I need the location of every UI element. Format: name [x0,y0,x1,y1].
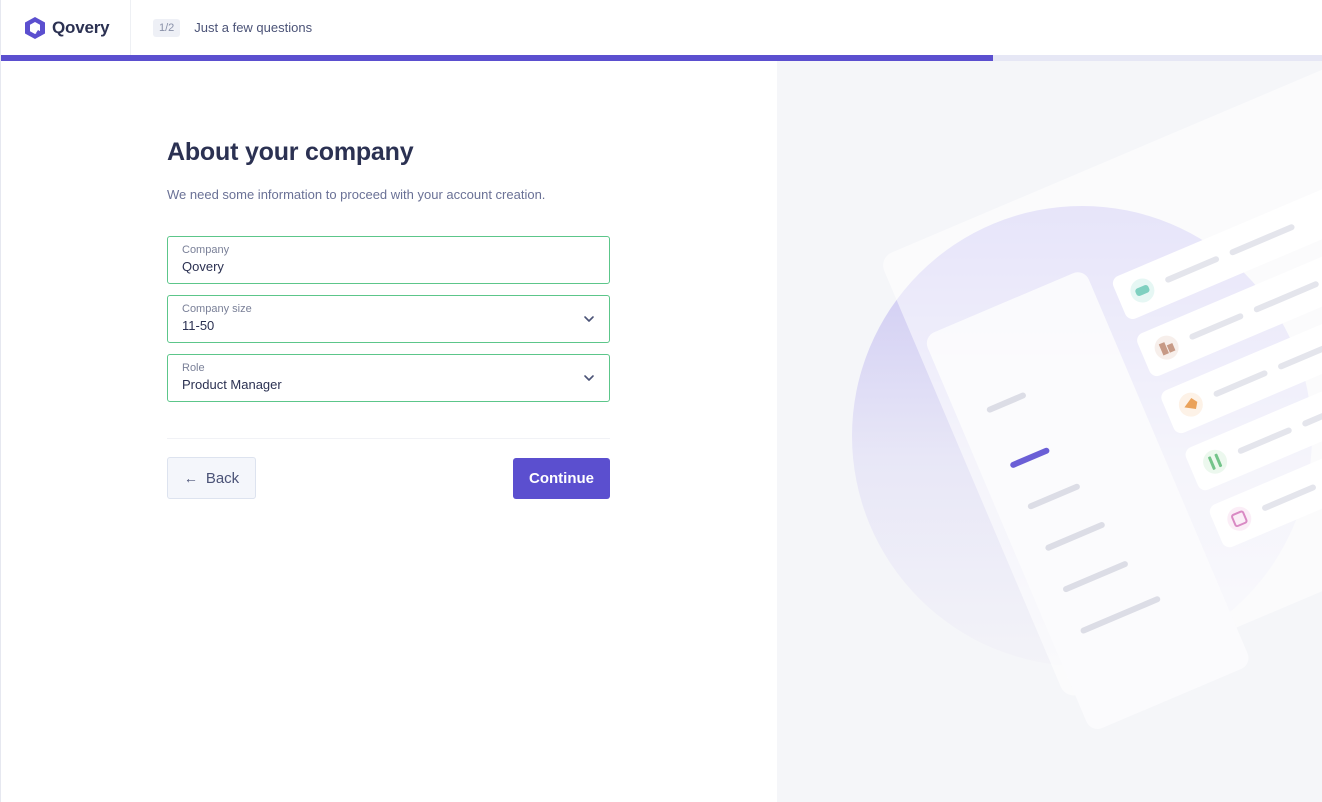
company-field-label: Company [182,244,230,256]
chevron-down-icon[interactable] [583,313,595,325]
chevron-down-icon[interactable] [583,372,595,384]
arrow-left-icon: ← [183,470,198,486]
form-container: About your company We need some informat… [167,138,611,499]
step-counter: 1/2 [153,18,181,37]
page-title: About your company [167,138,414,166]
form-divider [167,438,610,439]
decorative-illustration [777,61,1322,802]
company-size-select[interactable]: Company size 11-50 [167,295,610,343]
company-size-label: Company size [182,303,252,315]
qovery-logo-icon [25,16,45,39]
page-subtitle: We need some information to proceed with… [167,187,546,202]
role-value: Product Manager [182,377,282,392]
step-title: Just a few questions [194,20,313,35]
form-actions: ← Back Continue [167,457,610,499]
company-field-value[interactable]: Qovery [182,259,595,274]
company-size-value: 11-50 [182,318,215,333]
continue-button[interactable]: Continue [513,457,610,499]
continue-button-label: Continue [529,469,594,487]
brand-logo[interactable]: Qovery [1,0,131,55]
role-label: Role [182,362,205,374]
company-field[interactable]: Company Qovery [167,236,610,284]
dashboard-illustration [852,61,1322,729]
back-button-label: Back [205,469,240,487]
role-select[interactable]: Role Product Manager [167,354,610,402]
header: Qovery 1/2 Just a few questions [1,0,1322,55]
back-button[interactable]: ← Back [167,457,256,499]
brand-name: Qovery [52,17,110,37]
illustration-panel [883,61,1322,729]
onboarding-page: Qovery 1/2 Just a few questions About yo… [0,0,1322,802]
